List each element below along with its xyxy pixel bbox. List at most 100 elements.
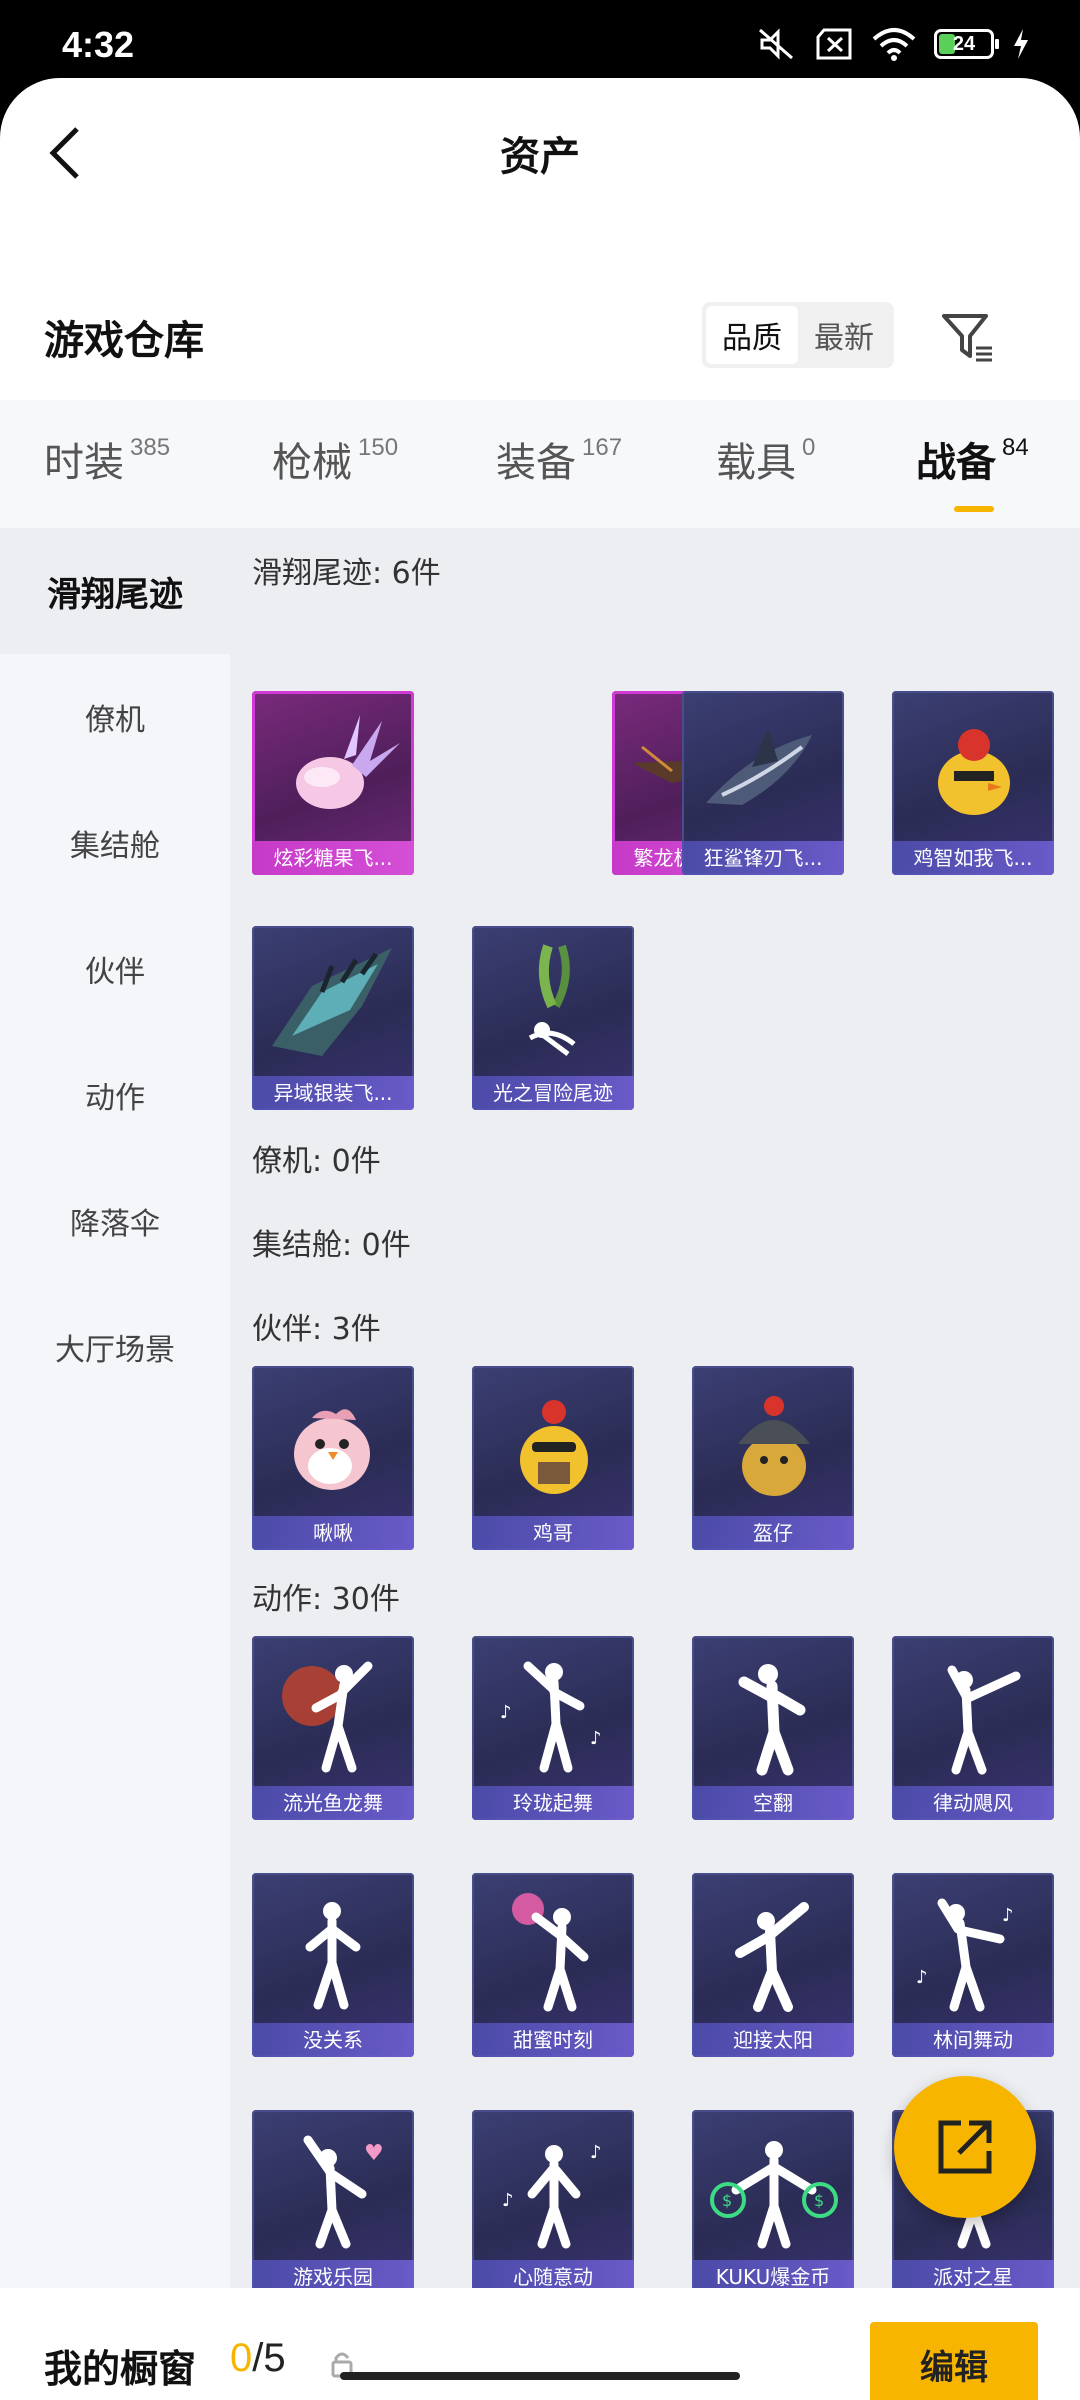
- tab-label: 时装: [44, 440, 124, 486]
- mute-icon: [759, 28, 793, 60]
- filter-button[interactable]: [940, 310, 996, 366]
- candy-glider-icon: [296, 715, 400, 809]
- tab-count: 385: [130, 434, 171, 461]
- edit-button[interactable]: 编辑: [870, 2322, 1038, 2400]
- sidebar-item-emote[interactable]: 动作: [0, 1032, 230, 1158]
- alien-glider-icon: [272, 948, 392, 1056]
- home-indicator: [340, 2372, 740, 2380]
- item-name: 狂鲨锋刃飞...: [682, 841, 844, 875]
- item-name: 迎接太阳: [692, 2023, 854, 2057]
- tab-count: 167: [582, 434, 623, 461]
- item-name: 林间舞动: [892, 2023, 1054, 2057]
- item-card[interactable]: 盔仔: [692, 1366, 854, 1550]
- item-card[interactable]: 鸡哥: [472, 1366, 634, 1550]
- sort-quality-button[interactable]: 品质: [706, 306, 798, 364]
- tab-readiness[interactable]: 战备 84: [916, 430, 1029, 488]
- sort-newest-button[interactable]: 最新: [798, 306, 890, 364]
- item-card[interactable]: 光之冒险尾迹: [472, 926, 634, 1110]
- item-card[interactable]: 空翻: [692, 1636, 854, 1820]
- dance-pose-icon: ♥: [303, 2135, 384, 2249]
- page-title: 资产: [500, 134, 580, 180]
- item-name: 游戏乐园: [252, 2260, 414, 2288]
- chicken-partner-icon: [520, 1400, 588, 1494]
- dance-pose-icon: ♪♪: [502, 2142, 602, 2249]
- dance-pose-icon: [735, 1902, 809, 2012]
- sidebar-item-wingman[interactable]: 僚机: [0, 654, 230, 780]
- tab-count: 0: [802, 434, 816, 461]
- svg-text:♪: ♪: [590, 2142, 602, 2163]
- filter-icon: [942, 314, 992, 362]
- item-card[interactable]: 异域银装飞...: [252, 926, 414, 1110]
- svg-text:♪: ♪: [502, 2190, 514, 2211]
- helmet-partner-icon: [738, 1396, 810, 1496]
- sidebar-item-partner[interactable]: 伙伴: [0, 906, 230, 1032]
- svg-text:$: $: [814, 2191, 824, 2210]
- item-name: 光之冒险尾迹: [472, 1076, 634, 1110]
- item-card[interactable]: 迎接太阳: [692, 1873, 854, 2057]
- item-card[interactable]: 啾啾: [252, 1366, 414, 1550]
- wifi-icon: [872, 28, 916, 61]
- showcase-count: 0/5: [230, 2336, 286, 2381]
- item-name: 玲珑起舞: [472, 1786, 634, 1820]
- item-card[interactable]: 没关系: [252, 1873, 414, 2057]
- item-name: 异域银装飞...: [252, 1076, 414, 1110]
- showcase-bar: 我的橱窗 0/5 编辑: [0, 2288, 1080, 2400]
- tab-weapons[interactable]: 枪械 150: [272, 430, 398, 488]
- tab-label: 枪械: [272, 440, 352, 486]
- section-label-wingman: 僚机: 0件: [252, 1144, 381, 1179]
- sidebar: 滑翔尾迹 僚机 集结舱 伙伴 动作 降落伞 大厅场景: [0, 528, 230, 2288]
- item-name: 盔仔: [692, 1516, 854, 1550]
- body-area: 滑翔尾迹 僚机 集结舱 伙伴 动作 降落伞 大厅场景 滑翔尾迹: 6件 炫彩糖果…: [0, 528, 1080, 2288]
- battery-icon: 24: [934, 29, 999, 59]
- money-bag-icon: $ $: [710, 2141, 838, 2249]
- item-card[interactable]: 炫彩糖果飞...: [252, 691, 414, 875]
- item-name: 甜蜜时刻: [472, 2023, 634, 2057]
- showcase-total: /5: [252, 2336, 286, 2380]
- dance-pose-icon: [738, 1664, 806, 1776]
- section-label-glide: 滑翔尾迹: 6件: [252, 556, 441, 591]
- item-card[interactable]: ♪ ♪ 林间舞动: [892, 1873, 1054, 2057]
- assets-page: 资产 游戏仓库 品质 最新 时装 385 枪械 150 装备 167 载具 0 …: [0, 78, 1080, 2400]
- tab-equipment[interactable]: 装备 167: [496, 430, 622, 488]
- sidebar-item-lobby-scene[interactable]: 大厅场景: [0, 1284, 230, 1410]
- item-card[interactable]: 狂鲨锋刃飞...: [682, 691, 844, 875]
- tab-fashion[interactable]: 时装 385: [44, 430, 170, 488]
- tab-count: 84: [1002, 434, 1029, 461]
- item-card[interactable]: ♪ ♪ 心随意动: [472, 2110, 634, 2288]
- svg-text:♥: ♥: [364, 2141, 384, 2166]
- tab-label: 装备: [496, 440, 576, 486]
- item-name: 心随意动: [472, 2260, 634, 2288]
- item-name: 律动飓风: [892, 1786, 1054, 1820]
- tab-label: 载具: [716, 440, 796, 486]
- item-card[interactable]: 律动飓风: [892, 1636, 1054, 1820]
- header: 资产: [0, 78, 1080, 228]
- item-name: 啾啾: [252, 1516, 414, 1550]
- item-card[interactable]: $ $ KUKU爆金币: [692, 2110, 854, 2288]
- showcase-current: 0: [230, 2336, 253, 2380]
- item-card[interactable]: 鸡智如我飞...: [892, 691, 1054, 875]
- item-card[interactable]: ♥ 游戏乐园: [252, 2110, 414, 2288]
- item-name: 炫彩糖果飞...: [252, 841, 414, 875]
- share-button[interactable]: [894, 2076, 1036, 2218]
- item-card[interactable]: 流光鱼龙舞: [252, 1636, 414, 1820]
- dance-pose-icon: ♪♪: [500, 1661, 602, 1773]
- sort-toggle: 品质 最新: [702, 302, 894, 368]
- sidebar-item-capsule[interactable]: 集结舱: [0, 780, 230, 906]
- status-icons: 24: [756, 24, 1030, 64]
- item-card[interactable]: 甜蜜时刻: [472, 1873, 634, 2057]
- chicken-glider-icon: [938, 729, 1010, 815]
- sidebar-item-glide-trail[interactable]: 滑翔尾迹: [0, 528, 230, 654]
- svg-text:♪: ♪: [1002, 1905, 1014, 1926]
- tab-vehicles[interactable]: 载具 0: [716, 430, 815, 488]
- dance-pose-icon: ♪♪: [916, 1898, 1014, 2012]
- shark-glider-icon: [706, 729, 812, 805]
- svg-text:♪: ♪: [500, 1702, 512, 1723]
- item-name: 流光鱼龙舞: [252, 1786, 414, 1820]
- status-time: 4:32: [62, 24, 135, 65]
- sidebar-item-parachute[interactable]: 降落伞: [0, 1158, 230, 1284]
- svg-text:♪: ♪: [916, 1967, 928, 1988]
- dance-pose-icon: [512, 1893, 589, 2012]
- item-card[interactable]: ♪ ♪ 玲珑起舞: [472, 1636, 634, 1820]
- external-link-icon: [938, 2120, 992, 2174]
- active-tab-indicator: [954, 506, 994, 512]
